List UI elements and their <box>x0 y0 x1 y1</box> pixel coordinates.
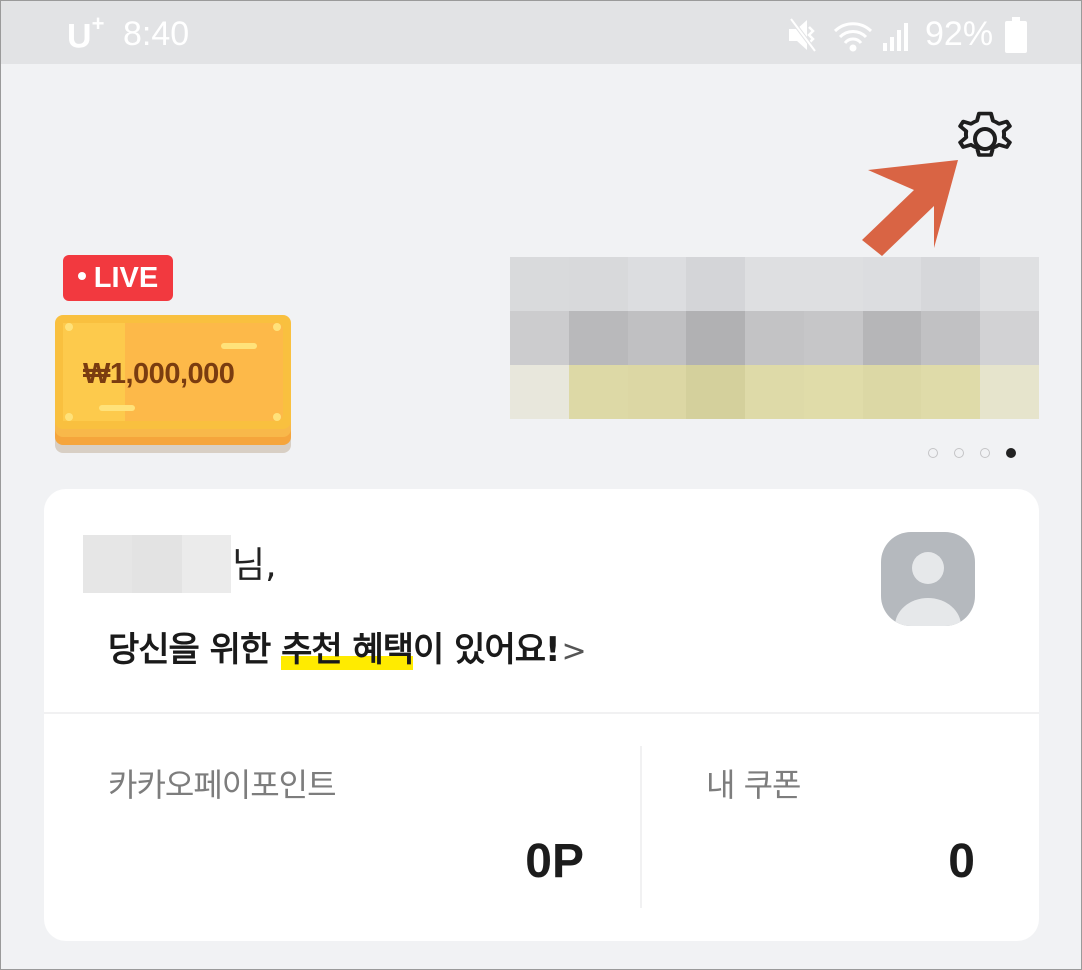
status-bar: U+ 8:40 92% <box>1 1 1081 64</box>
recommended-benefits-link[interactable]: 당신을 위한 추천 혜택이 있어요!> <box>108 622 587 671</box>
promo-highlight: 추천 혜택 <box>281 630 414 670</box>
banner-image-blurred[interactable] <box>510 257 1039 419</box>
carousel-dot[interactable] <box>954 448 964 458</box>
greeting-suffix: 님, <box>232 545 277 586</box>
arrow-icon <box>862 160 958 256</box>
carousel-dot-active[interactable] <box>1006 448 1016 458</box>
mute-vibrate-icon <box>789 17 817 53</box>
status-icons <box>789 17 908 53</box>
carrier-label: U+ <box>67 11 105 56</box>
card-divider <box>44 712 1039 714</box>
carousel-dot[interactable] <box>980 448 990 458</box>
stats-divider <box>640 746 642 908</box>
points-label[interactable]: 카카오페이포인트 <box>108 760 337 806</box>
signal-icon <box>883 23 908 51</box>
username-blurred <box>83 535 231 593</box>
promo-text-before: 당신을 위한 <box>108 630 282 670</box>
battery-percent: 92% <box>925 15 994 53</box>
points-value[interactable]: 0P <box>440 834 584 889</box>
chevron-right-icon: > <box>561 634 587 669</box>
live-badge[interactable]: LIVE <box>63 255 173 301</box>
live-label: LIVE <box>93 262 159 294</box>
live-dot-icon <box>77 272 86 281</box>
clock: 8:40 <box>123 15 190 53</box>
battery-icon <box>1005 17 1027 53</box>
carousel-dot[interactable] <box>928 448 938 458</box>
ticket-amount: ₩1,000,000 <box>83 358 235 390</box>
wifi-icon <box>833 22 873 52</box>
person-avatar-icon[interactable] <box>881 532 975 626</box>
promo-text-after: 이 있어요! <box>413 630 560 670</box>
coupons-value[interactable]: 0 <box>860 834 975 889</box>
coupons-label[interactable]: 내 쿠폰 <box>706 760 801 806</box>
carousel-indicator <box>928 448 1016 460</box>
